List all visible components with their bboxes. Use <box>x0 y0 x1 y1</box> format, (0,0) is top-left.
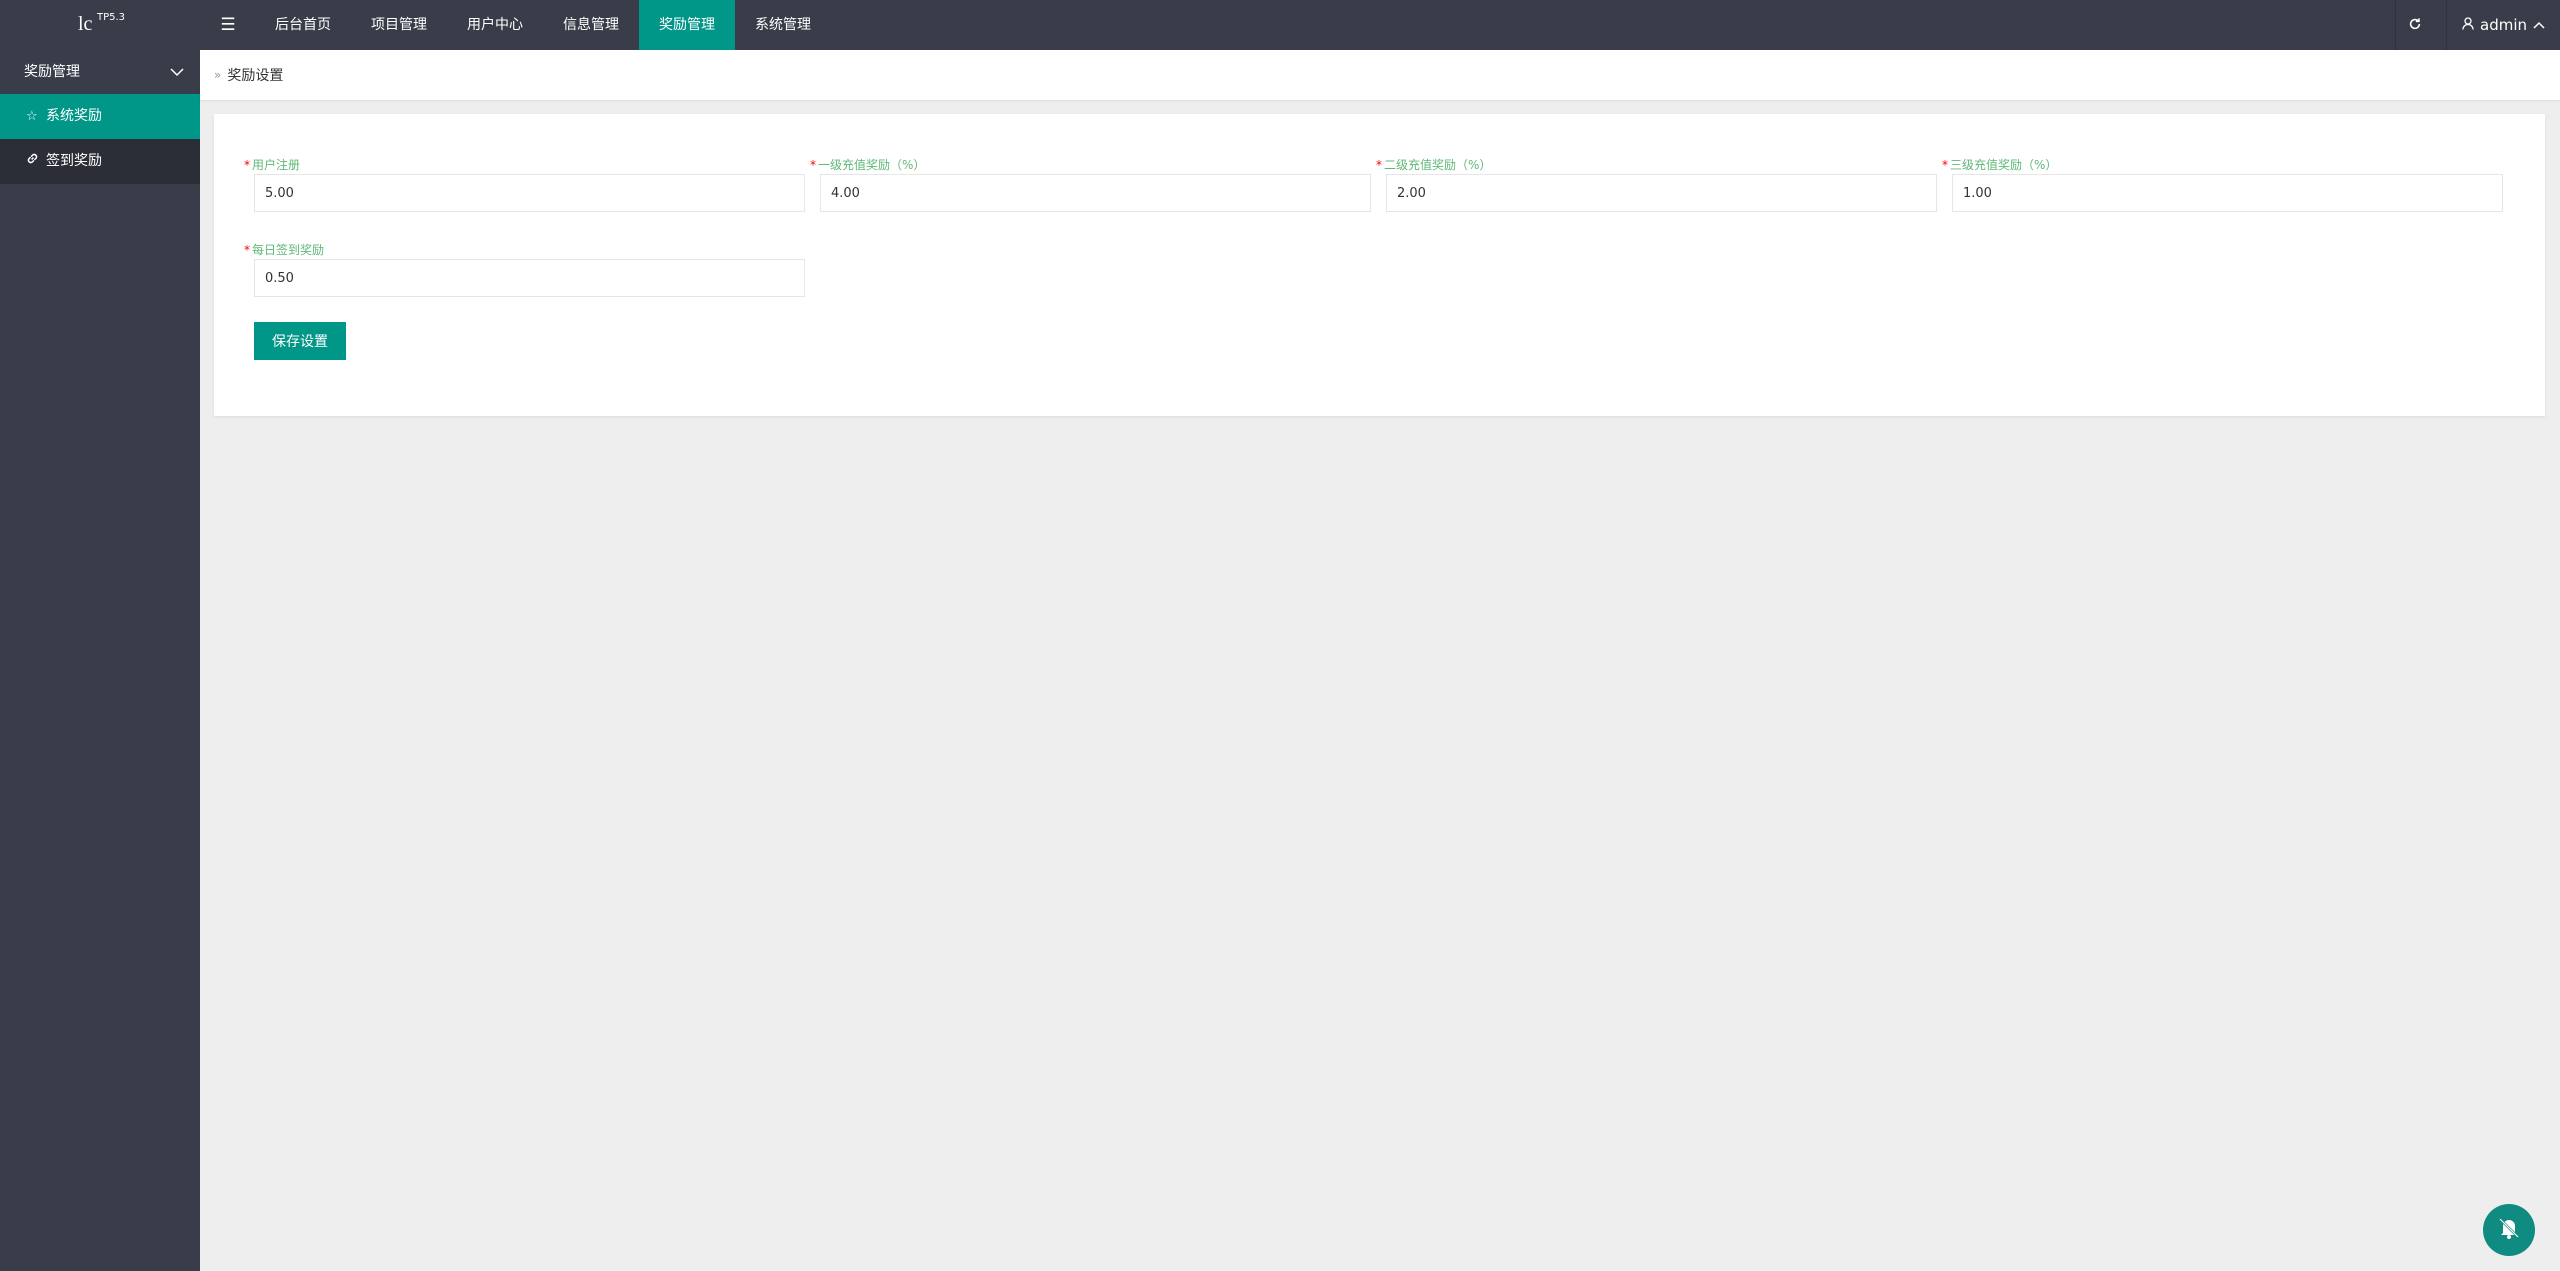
top-nav: 后台首页 项目管理 用户中心 信息管理 奖励管理 系统管理 <box>255 0 831 50</box>
floating-action-button[interactable] <box>2483 1204 2535 1256</box>
field-label: * 二级充值奖励（%） <box>1376 156 1937 174</box>
bell-off-icon <box>2496 1215 2522 1245</box>
logo-text: lc <box>78 13 93 35</box>
sidebar-item-signin-rewards[interactable]: 签到奖励 <box>0 139 200 184</box>
breadcrumb-current: 奖励设置 <box>227 68 284 84</box>
user-register-input[interactable] <box>254 174 805 212</box>
field-label-text: 三级充值奖励（%） <box>1950 158 2058 172</box>
nav-item-rewards[interactable]: 奖励管理 <box>639 0 735 50</box>
field-label-text: 用户注册 <box>252 158 301 172</box>
field-label-text: 一级充值奖励（%） <box>818 158 926 172</box>
refresh-button[interactable] <box>2395 0 2433 50</box>
nav-item-info[interactable]: 信息管理 <box>543 0 639 50</box>
required-mark: * <box>244 243 250 257</box>
required-mark: * <box>1376 158 1382 172</box>
user-menu[interactable]: admin <box>2446 0 2560 50</box>
top-header: lc TP5.3 ☰ 后台首页 项目管理 用户中心 信息管理 奖励管理 系统管理… <box>0 0 2560 50</box>
required-mark: * <box>244 158 250 172</box>
sidebar: 奖励管理 ☆ 系统奖励 签到奖励 <box>0 50 200 1271</box>
user-name: admin <box>2480 16 2527 34</box>
sidebar-group-label: 奖励管理 <box>24 64 80 80</box>
field-daily-signin: * 每日签到奖励 <box>244 241 805 297</box>
menu-toggle-button[interactable]: ☰ <box>203 0 253 50</box>
field-label: * 一级充值奖励（%） <box>810 156 1371 174</box>
sidebar-item-system-rewards[interactable]: ☆ 系统奖励 <box>0 94 200 139</box>
field-level2-recharge: * 二级充值奖励（%） <box>1376 156 1937 212</box>
required-mark: * <box>1942 158 1948 172</box>
nav-item-system[interactable]: 系统管理 <box>735 0 831 50</box>
nav-item-projects[interactable]: 项目管理 <box>351 0 447 50</box>
hamburger-icon: ☰ <box>220 15 236 35</box>
main-content: » 奖励设置 *用户注册 *一级充值奖励（%） *二级充值奖励（%） *三级充值… <box>200 50 2560 1271</box>
field-label: * 用户注册 <box>244 156 805 174</box>
field-label-text: 二级充值奖励（%） <box>1384 158 1492 172</box>
required-mark: * <box>810 158 816 172</box>
field-label-text: 每日签到奖励 <box>252 243 325 257</box>
link-icon <box>26 139 40 184</box>
field-user-register: * 用户注册 <box>244 156 805 212</box>
chevron-up-icon <box>2533 18 2545 32</box>
sidebar-item-label: 签到奖励 <box>46 153 102 169</box>
save-settings-button[interactable]: 保存设置 <box>254 322 346 360</box>
field-level1-recharge: * 一级充值奖励（%） <box>810 156 1371 212</box>
field-level3-recharge: * 三级充值奖励（%） <box>1942 156 2503 212</box>
nav-item-users[interactable]: 用户中心 <box>447 0 543 50</box>
logo-version: TP5.3 <box>97 12 126 23</box>
star-icon: ☆ <box>26 109 38 124</box>
level1-recharge-input[interactable] <box>820 174 1371 212</box>
field-label: * 每日签到奖励 <box>244 241 805 259</box>
logo[interactable]: lc TP5.3 <box>0 0 200 50</box>
breadcrumb: » 奖励设置 <box>200 50 2560 100</box>
nav-item-home[interactable]: 后台首页 <box>255 0 351 50</box>
user-icon <box>2462 16 2474 34</box>
refresh-icon <box>2408 16 2422 35</box>
sidebar-item-label: 系统奖励 <box>46 108 102 124</box>
double-chevron-right-icon: » <box>214 68 222 82</box>
daily-signin-input[interactable] <box>254 259 805 297</box>
reward-settings-card: *用户注册 *一级充值奖励（%） *二级充值奖励（%） *三级充值奖励（%） *… <box>214 114 2545 416</box>
sidebar-group-rewards[interactable]: 奖励管理 <box>0 50 200 94</box>
level3-recharge-input[interactable] <box>1952 174 2503 212</box>
level2-recharge-input[interactable] <box>1386 174 1937 212</box>
chevron-down-icon <box>170 50 184 94</box>
field-label: * 三级充值奖励（%） <box>1942 156 2503 174</box>
